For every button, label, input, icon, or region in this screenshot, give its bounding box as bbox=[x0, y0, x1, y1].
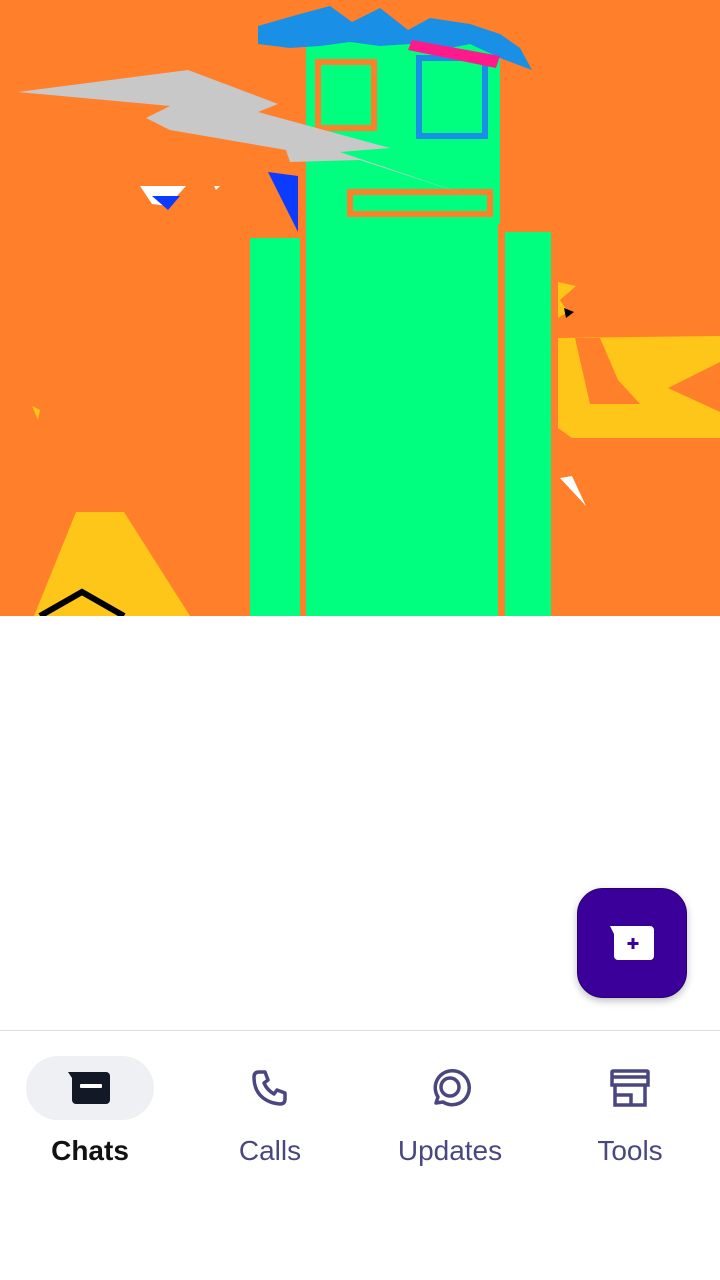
hero-illustration bbox=[0, 0, 720, 616]
nav-tab-updates[interactable]: Updates bbox=[360, 1056, 540, 1186]
nav-tab-label: Chats bbox=[51, 1135, 129, 1166]
new-chat-icon bbox=[610, 926, 654, 960]
chat-archive-icon bbox=[68, 1072, 110, 1104]
nav-tab-updates-indicator bbox=[386, 1056, 514, 1120]
status-icon bbox=[433, 1068, 472, 1107]
phone-icon bbox=[252, 1070, 287, 1106]
nav-tab-label: Tools bbox=[597, 1135, 663, 1166]
hero-illustration-art bbox=[0, 0, 720, 616]
nav-tab-tools-indicator bbox=[566, 1056, 694, 1120]
nav-tab-calls-indicator bbox=[206, 1056, 334, 1120]
nav-tab-label: Updates bbox=[397, 1135, 503, 1166]
nav-tab-chats[interactable]: Chats bbox=[0, 1056, 180, 1186]
nav-tab-label: Calls bbox=[238, 1135, 302, 1166]
bottom-navigation: Chats Calls Updates Tools bbox=[0, 1030, 720, 1280]
new-chat-button[interactable] bbox=[577, 888, 687, 998]
nav-tab-chats-indicator bbox=[26, 1056, 154, 1120]
nav-tab-tools[interactable]: Tools bbox=[540, 1056, 720, 1186]
app-screen: Chats Calls Updates Tools bbox=[0, 0, 720, 1280]
nav-tab-calls[interactable]: Calls bbox=[180, 1056, 360, 1186]
store-icon bbox=[610, 1069, 650, 1107]
